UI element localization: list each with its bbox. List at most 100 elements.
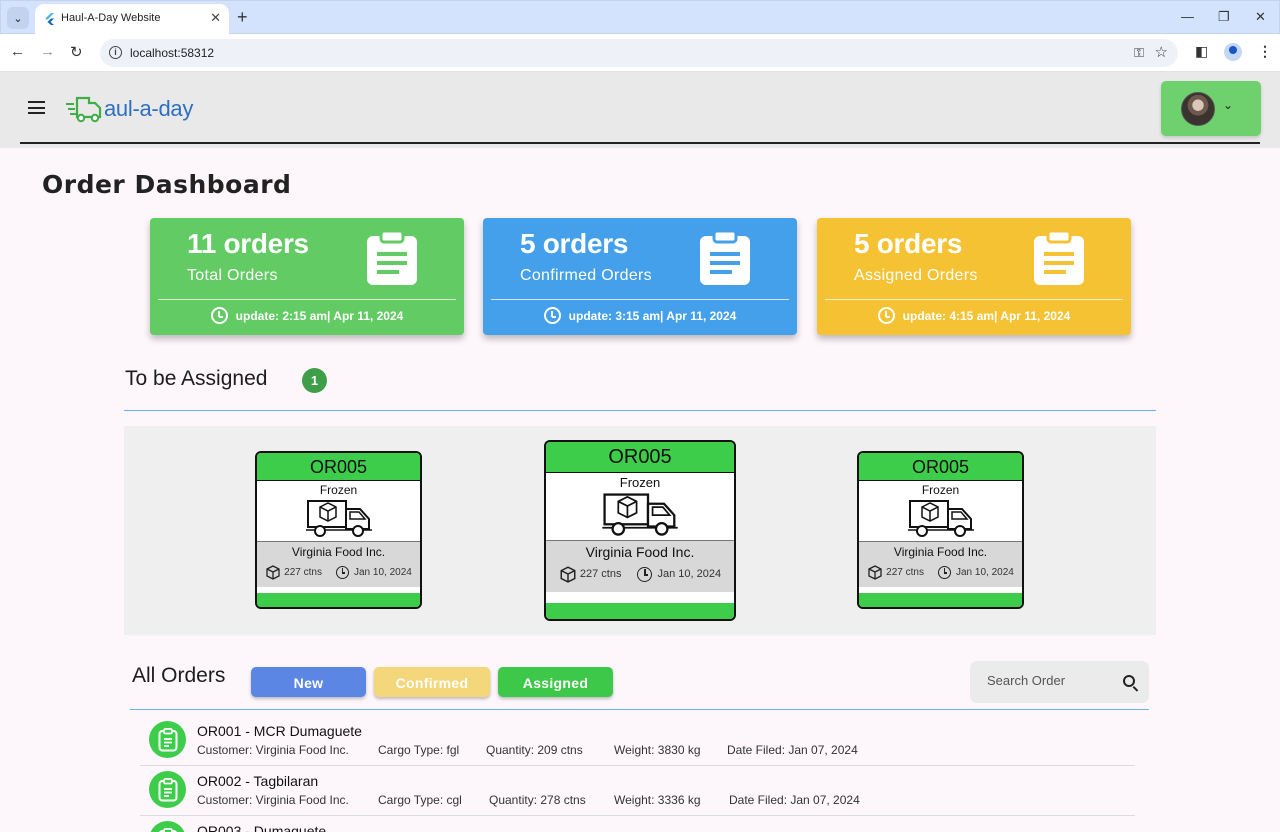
- clipboard-icon: [149, 721, 186, 758]
- tab-search-chevron-icon[interactable]: ⌄: [7, 7, 29, 29]
- order-card-qty: 227 ctns: [559, 565, 621, 583]
- avatar: [1181, 92, 1215, 126]
- stat-update-text: update: 3:15 am| Apr 11, 2024: [568, 308, 737, 323]
- stat-card[interactable]: 5 orders Confirmed Orders update: 3:15 a…: [483, 218, 797, 335]
- order-card-date-text: Jan 10, 2024: [955, 566, 1014, 578]
- order-row-customer: Customer: Virginia Food Inc.: [197, 743, 349, 757]
- order-row-cargo: Cargo Type: fgl: [378, 743, 460, 757]
- back-icon[interactable]: ←: [10, 43, 25, 60]
- restore-icon[interactable]: ❐: [1218, 9, 1230, 25]
- order-card-qty: 227 ctns: [265, 564, 322, 580]
- stat-label: Assigned Orders: [854, 267, 978, 284]
- order-card-footer: Virginia Food Inc. 227 ctns Jan 10, 2024: [859, 541, 1022, 587]
- window-close-icon[interactable]: ✕: [1255, 9, 1266, 25]
- flutter-icon: [45, 13, 54, 25]
- stat-card[interactable]: 5 orders Assigned Orders update: 4:15 am…: [817, 218, 1131, 335]
- search-order-field[interactable]: Search Order: [970, 661, 1149, 703]
- chevron-down-icon: ⌄: [1223, 98, 1234, 112]
- logo-text: aul-a-day: [104, 96, 194, 121]
- tab-close-icon[interactable]: ✕: [210, 10, 221, 26]
- order-card-id: OR005: [257, 453, 420, 481]
- stat-card[interactable]: 11 orders Total Orders update: 2:15 am| …: [150, 218, 464, 335]
- filter-new-button[interactable]: New: [251, 667, 366, 697]
- order-card-cargo-type: Frozen: [921, 483, 960, 497]
- address-bar[interactable]: i localhost:58312 ⚿ ☆: [100, 39, 1178, 67]
- browser-profile-icon[interactable]: [1224, 43, 1242, 61]
- url-text: localhost:58312: [130, 46, 215, 60]
- stat-update: update: 2:15 am| Apr 11, 2024: [150, 307, 464, 324]
- order-card-id: OR005: [546, 442, 734, 473]
- order-card-cargo-type: Frozen: [319, 483, 358, 497]
- hamburger-menu-icon[interactable]: [28, 101, 45, 114]
- order-row[interactable]: OR001 - MCR Dumaguete Customer: Virginia…: [140, 716, 1135, 766]
- order-card-qty-text: 227 ctns: [886, 566, 924, 578]
- minimize-icon[interactable]: —: [1181, 9, 1194, 24]
- order-card-date-text: Jan 10, 2024: [657, 568, 722, 580]
- order-card-date: Jan 10, 2024: [937, 565, 1014, 579]
- stat-update: update: 3:15 am| Apr 11, 2024: [483, 307, 797, 324]
- clock-icon: [210, 307, 228, 324]
- pending-order-card[interactable]: OR005 Frozen Virginia Food Inc. 227 ctns…: [544, 440, 736, 621]
- forward-icon[interactable]: →: [40, 43, 55, 60]
- page-title: Order Dashboard: [42, 170, 292, 199]
- browser-toolbar: ← → ↻ i localhost:58312 ⚿ ☆ ◧ ⋮: [0, 34, 1280, 72]
- section-divider: [124, 410, 1156, 411]
- order-card-qty: 227 ctns: [867, 564, 924, 580]
- order-row-date: Date Filed: Jan 07, 2024: [727, 743, 858, 757]
- search-placeholder: Search Order: [987, 673, 1066, 688]
- browser-menu-icon[interactable]: ⋮: [1258, 43, 1272, 60]
- box-icon: [868, 565, 882, 580]
- new-tab-icon[interactable]: +: [237, 7, 248, 27]
- order-row[interactable]: OR002 - Tagbilaran Customer: Virginia Fo…: [140, 766, 1135, 816]
- order-card-bottom-bar: [546, 603, 734, 619]
- all-orders-divider: [130, 709, 1149, 710]
- box-icon: [266, 565, 280, 580]
- clock-icon: [937, 565, 951, 579]
- truck-logo-icon: [66, 96, 102, 123]
- order-card-meta: 227 ctns Jan 10, 2024: [546, 565, 734, 583]
- stat-label: Total Orders: [187, 267, 278, 284]
- order-card-id: OR005: [859, 453, 1022, 481]
- order-row-quantity: Quantity: 278 ctns: [489, 793, 586, 807]
- side-panel-icon[interactable]: ◧: [1195, 43, 1208, 60]
- order-row[interactable]: OR003 - Dumaguete: [140, 816, 1135, 832]
- stat-update-text: update: 4:15 am| Apr 11, 2024: [902, 308, 1071, 323]
- order-card-company: Virginia Food Inc.: [585, 544, 695, 560]
- order-card-date-text: Jan 10, 2024: [353, 566, 412, 578]
- delivery-truck-icon: [602, 493, 678, 536]
- bookmark-star-icon[interactable]: ☆: [1155, 43, 1168, 61]
- user-menu-button[interactable]: ⌄: [1161, 81, 1261, 136]
- filter-confirmed-button[interactable]: Confirmed: [374, 667, 490, 697]
- order-row-weight: Weight: 3830 kg: [614, 743, 701, 757]
- order-row-title: OR002 - Tagbilaran: [197, 773, 319, 789]
- browser-tab[interactable]: Haul-A-Day Website ✕: [35, 4, 229, 35]
- clipboard-icon: [149, 771, 186, 808]
- stat-count: 11 orders: [187, 228, 309, 259]
- reload-icon[interactable]: ↻: [70, 43, 83, 61]
- clock-icon: [335, 565, 349, 579]
- app-header: aul-a-day: [0, 72, 1280, 148]
- order-card-date: Jan 10, 2024: [637, 566, 722, 582]
- header-divider: [20, 142, 1260, 144]
- stat-count: 5 orders: [520, 228, 629, 259]
- pending-order-card[interactable]: OR005 Frozen Virginia Food Inc. 227 ctns…: [255, 451, 422, 609]
- order-card-footer: Virginia Food Inc. 227 ctns Jan 10, 2024: [546, 540, 734, 592]
- search-icon[interactable]: [1123, 675, 1135, 687]
- stat-divider: [491, 299, 789, 300]
- filter-assigned-button[interactable]: Assigned: [498, 667, 613, 697]
- order-card-qty-text: 227 ctns: [284, 566, 322, 578]
- delivery-truck-icon: [305, 500, 372, 537]
- clock-icon: [877, 307, 895, 324]
- order-row-quantity: Quantity: 209 ctns: [486, 743, 583, 757]
- haul-a-day-logo[interactable]: aul-a-day: [66, 94, 193, 124]
- order-card-company: Virginia Food Inc.: [291, 545, 386, 559]
- delivery-truck-icon: [907, 500, 974, 537]
- tab-title: Haul-A-Day Website: [61, 12, 161, 24]
- stat-label: Confirmed Orders: [520, 267, 652, 284]
- to-be-assigned-count-badge: 1: [302, 368, 327, 393]
- order-card-bottom-bar: [257, 593, 420, 607]
- pending-order-card[interactable]: OR005 Frozen Virginia Food Inc. 227 ctns…: [857, 451, 1024, 609]
- site-info-icon[interactable]: i: [109, 46, 122, 59]
- password-key-icon[interactable]: ⚿: [1134, 45, 1144, 61]
- clock-icon: [543, 307, 561, 324]
